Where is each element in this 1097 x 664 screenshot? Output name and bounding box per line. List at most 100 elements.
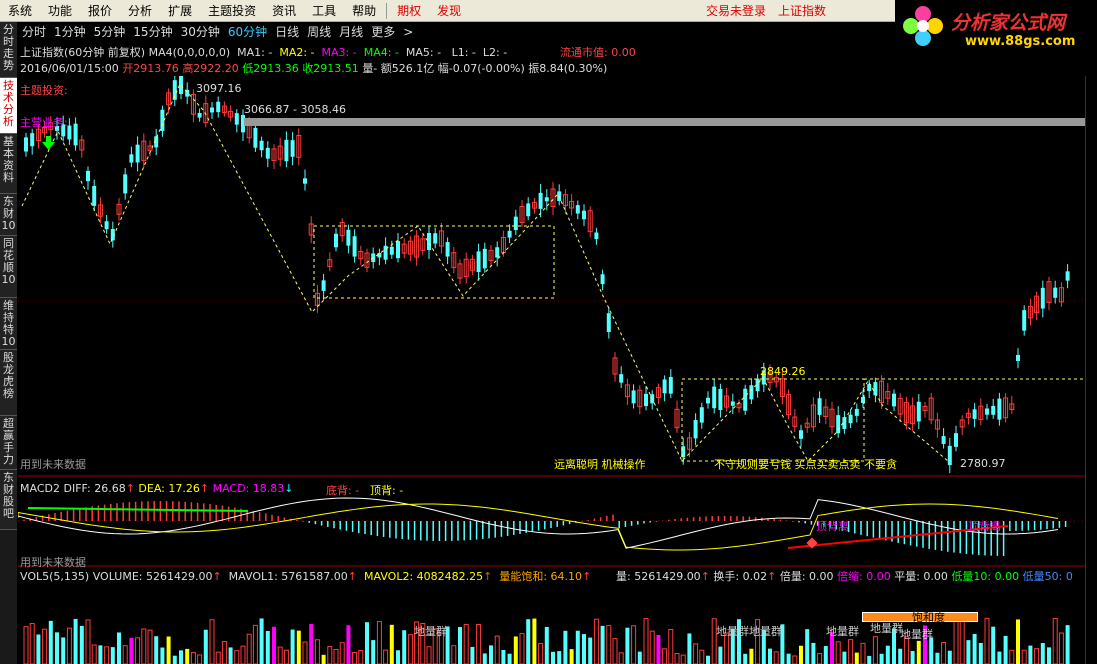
- volume-bar: [1009, 649, 1015, 664]
- left-tab-3[interactable]: 东财10: [0, 194, 17, 236]
- divergence-label-2: 顶背离: [968, 520, 1001, 533]
- menu-red-item-0[interactable]: 期权: [389, 0, 429, 22]
- volume-bar: [209, 619, 215, 664]
- volume-bar: [234, 650, 240, 664]
- volume-bar: [749, 648, 754, 664]
- volume-bar: [997, 651, 1002, 664]
- menu-item-3[interactable]: 分析: [120, 0, 160, 22]
- period-more-arrow-icon[interactable]: >: [399, 25, 417, 39]
- candle-down: [799, 430, 803, 439]
- menu-item-6[interactable]: 资讯: [264, 0, 304, 22]
- volume-bar: [358, 649, 364, 664]
- menu-item-4[interactable]: 扩展: [160, 0, 200, 22]
- period-6[interactable]: 日线: [271, 23, 303, 40]
- left-tab-2[interactable]: 基本资料: [0, 134, 17, 194]
- vol-diliang10: 低量10: 0.00: [951, 570, 1020, 583]
- volume-bar: [606, 625, 612, 664]
- volume-bar: [538, 642, 544, 664]
- volume-bar: [1034, 648, 1040, 664]
- period-3[interactable]: 15分钟: [129, 23, 176, 40]
- volume-bar: [966, 640, 971, 664]
- candle-down: [123, 174, 128, 194]
- volume-bar: [228, 647, 233, 664]
- volume-bar: [618, 652, 624, 664]
- volume-bar: [799, 645, 803, 664]
- price-2849-label: 2849.26: [760, 365, 806, 378]
- range-band: [244, 118, 1085, 126]
- left-tab-5[interactable]: 维持特10: [0, 298, 17, 350]
- candles: [24, 76, 1070, 474]
- candle-down: [985, 408, 989, 415]
- candle-down: [712, 386, 717, 409]
- candle-down: [644, 393, 648, 407]
- info-bar-ma: 上证指数(60分钟 前复权) MA4(0,0,0,0,0) MA1: - MA2…: [20, 44, 507, 60]
- volume-bar: [544, 626, 549, 664]
- volume-bar: [662, 648, 668, 664]
- volume-bar: [190, 652, 196, 664]
- period-0[interactable]: 分时: [18, 23, 50, 40]
- ma4-value: MA4: -: [363, 46, 399, 59]
- volume-bar: [185, 648, 190, 664]
- left-tab-6[interactable]: 股龙虎榜: [0, 350, 17, 416]
- volume-bar: [458, 626, 462, 664]
- volume-bar: [959, 618, 965, 664]
- candle-down: [334, 233, 338, 248]
- menu-red-item-1[interactable]: 发现: [429, 0, 469, 22]
- volume-bar: [643, 618, 649, 664]
- candle-down: [303, 178, 307, 184]
- volume-bar: [582, 634, 586, 664]
- volume-bar: [277, 646, 283, 664]
- vol-pingliang: 平量: 0.00: [894, 570, 948, 583]
- volume-bar: [773, 651, 779, 664]
- left-tab-7[interactable]: 超赢手力: [0, 416, 17, 470]
- menu-item-1[interactable]: 功能: [40, 0, 80, 22]
- candle-down: [972, 409, 977, 419]
- period-4[interactable]: 30分钟: [177, 23, 224, 40]
- candle-down: [321, 280, 326, 291]
- volume-bar: [947, 650, 952, 664]
- vol-stats: 量: 5261429.00↑ 换手: 0.02↑ 倍量: 0.00 倍缩: 0.…: [616, 570, 1073, 583]
- volume-bar: [160, 647, 165, 664]
- l1-value: L1: -: [451, 46, 476, 59]
- logo-title: 分析家公式网: [951, 12, 1066, 34]
- volume-bar: [910, 650, 915, 664]
- vol-mavol2: MAVOL2: 4082482.25: [364, 570, 484, 583]
- period-5[interactable]: 60分钟: [224, 23, 271, 40]
- period-8[interactable]: 月线: [335, 23, 367, 40]
- ma4-params: MA4(0,0,0,0,0): [148, 46, 231, 59]
- candle-down: [1040, 287, 1045, 309]
- candle-down: [445, 242, 450, 257]
- vol-volume: VOLUME: 5261429.00: [92, 570, 213, 583]
- volume-bar: [476, 624, 482, 664]
- menu-item-5[interactable]: 主题投资: [200, 0, 264, 22]
- left-tab-4[interactable]: 同花顺10: [0, 236, 17, 298]
- left-tab-8[interactable]: 东财股吧: [0, 470, 17, 530]
- amount-text: 额526.1亿: [380, 62, 435, 75]
- candle-down: [129, 154, 134, 163]
- volume-bar: [147, 629, 153, 664]
- volume-bar: [637, 651, 642, 664]
- menu-item-7[interactable]: 工具: [304, 0, 344, 22]
- left-tab-1[interactable]: 技术分析: [0, 78, 17, 134]
- login-status[interactable]: 交易未登录: [698, 0, 774, 22]
- volume-bar: [817, 653, 823, 664]
- menu-item-2[interactable]: 报价: [80, 0, 120, 22]
- volume-bar: [122, 645, 128, 664]
- volume-bar: [972, 633, 977, 664]
- volume-bar: [272, 626, 276, 664]
- volume-bar: [36, 634, 41, 664]
- period-2[interactable]: 5分钟: [90, 23, 130, 40]
- diliang-group-4: 地量群: [870, 622, 903, 635]
- slogan-left: 远离聪明 机械操作: [554, 458, 646, 471]
- period-9[interactable]: 更多: [367, 23, 399, 40]
- left-tab-0[interactable]: 分时走势: [0, 22, 17, 78]
- menu-item-0[interactable]: 系统: [0, 0, 40, 22]
- candle-down: [941, 436, 946, 444]
- period-1[interactable]: 1分钟: [50, 23, 90, 40]
- period-7[interactable]: 周线: [303, 23, 335, 40]
- volume-bar: [649, 630, 655, 664]
- menu-item-8[interactable]: 帮助: [344, 0, 384, 22]
- volume-bar: [470, 646, 475, 664]
- volume-bar: [23, 626, 29, 664]
- volume-text: 量-: [362, 62, 378, 75]
